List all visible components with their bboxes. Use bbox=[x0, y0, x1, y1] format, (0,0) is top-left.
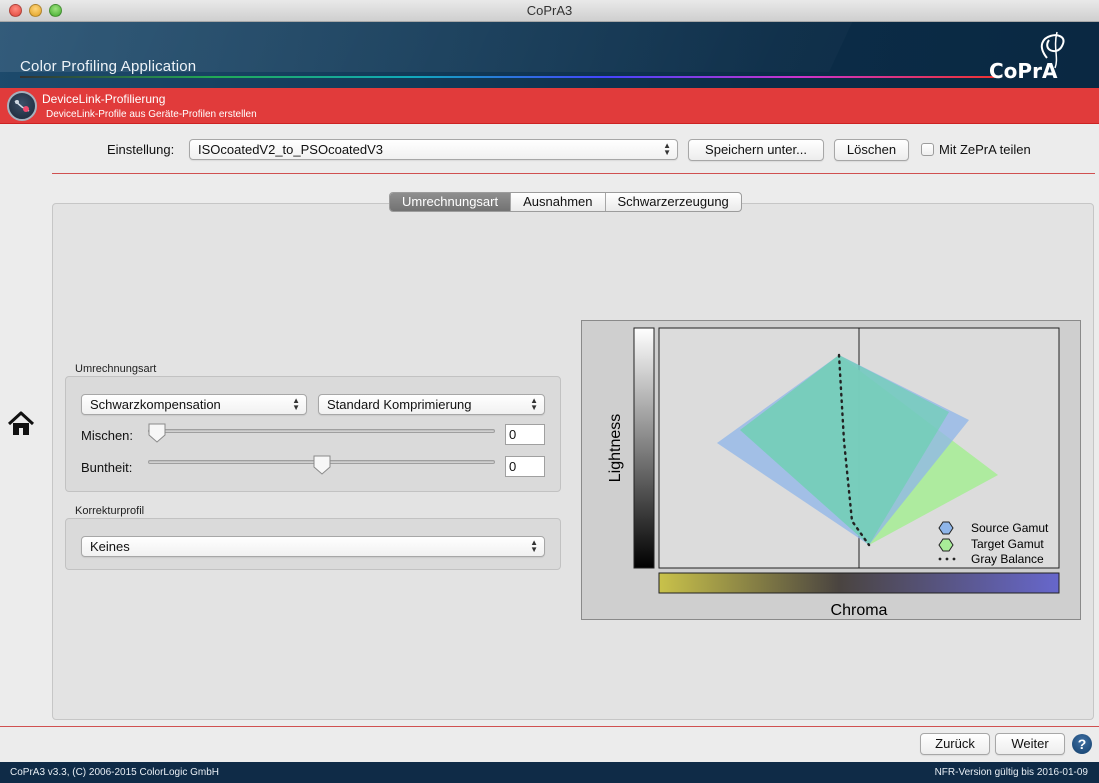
delete-button[interactable]: Löschen bbox=[834, 139, 909, 161]
copra-logo-text: CoPrA bbox=[989, 59, 1058, 83]
share-zepra-label: Mit ZePrA teilen bbox=[939, 142, 1031, 157]
header-rainbow-line bbox=[20, 76, 995, 78]
conversion-mode-value: Schwarzkompensation bbox=[90, 397, 221, 412]
devicelink-icon bbox=[7, 91, 37, 121]
updown-arrows-icon: ▲ ▼ bbox=[292, 396, 300, 412]
chroma-slider-thumb[interactable] bbox=[313, 455, 331, 475]
save-as-button[interactable]: Speichern unter... bbox=[688, 139, 824, 161]
divider bbox=[52, 173, 1095, 174]
close-window-button[interactable] bbox=[9, 4, 22, 17]
legend-source-label: Source Gamut bbox=[971, 521, 1049, 535]
compression-value: Standard Komprimierung bbox=[327, 397, 472, 412]
mix-value-field[interactable]: 0 bbox=[505, 424, 545, 445]
copyright-text: CoPrA3 v3.3, (C) 2006-2015 ColorLogic Gm… bbox=[10, 767, 219, 778]
gamut-chart: Source Gamut Target Gamut Gray Balance C… bbox=[581, 320, 1081, 620]
zoom-window-button[interactable] bbox=[49, 4, 62, 17]
updown-arrows-icon: ▲ ▼ bbox=[663, 141, 671, 157]
module-bar: DeviceLink-Profilierung DeviceLink-Profi… bbox=[0, 88, 1099, 124]
mix-label: Mischen: bbox=[81, 428, 134, 443]
module-subtitle: DeviceLink-Profile aus Geräte-Profilen e… bbox=[46, 109, 257, 120]
module-title: DeviceLink-Profilierung bbox=[42, 92, 166, 106]
tab-ausnahmen[interactable]: Ausnahmen bbox=[511, 193, 606, 211]
mix-slider-thumb[interactable] bbox=[148, 423, 166, 443]
bottom-divider bbox=[0, 726, 1099, 727]
settings-label: Einstellung: bbox=[107, 142, 175, 157]
status-bar: CoPrA3 v3.3, (C) 2006-2015 ColorLogic Gm… bbox=[0, 762, 1099, 783]
updown-arrows-icon: ▲ ▼ bbox=[530, 538, 538, 554]
chroma-axis-label: Chroma bbox=[831, 602, 888, 619]
home-icon[interactable] bbox=[7, 410, 35, 438]
lightness-axis-label: Lightness bbox=[607, 414, 624, 483]
correction-group-title: Korrekturprofil bbox=[75, 505, 145, 517]
next-button[interactable]: Weiter bbox=[995, 733, 1065, 755]
window-titlebar: CoPrA3 bbox=[0, 0, 1099, 22]
correction-profile-select[interactable]: Keines ▲ ▼ bbox=[81, 536, 545, 557]
legend-gray-label: Gray Balance bbox=[971, 552, 1044, 566]
settings-select[interactable]: ISOcoatedV2_to_PSOcoatedV3 ▲ ▼ bbox=[189, 139, 678, 160]
conversion-mode-select[interactable]: Schwarzkompensation ▲ ▼ bbox=[81, 394, 307, 415]
tab-bar: Umrechnungsart Ausnahmen Schwarzerzeugun… bbox=[389, 192, 742, 212]
gamut-chart-svg: Source Gamut Target Gamut Gray Balance C… bbox=[607, 327, 1060, 619]
settings-select-value: ISOcoatedV2_to_PSOcoatedV3 bbox=[198, 142, 384, 157]
updown-arrows-icon: ▲ ▼ bbox=[530, 396, 538, 412]
window-title: CoPrA3 bbox=[526, 3, 573, 18]
share-zepra-checkbox[interactable] bbox=[921, 143, 934, 156]
legend-target-label: Target Gamut bbox=[971, 537, 1044, 551]
mix-slider-track[interactable] bbox=[148, 429, 495, 433]
conversion-group-title: Umrechnungsart bbox=[75, 363, 157, 375]
minimize-window-button[interactable] bbox=[29, 4, 42, 17]
compression-select[interactable]: Standard Komprimierung ▲ ▼ bbox=[318, 394, 545, 415]
app-header-banner: Color Profiling Application CoPrA bbox=[0, 22, 1099, 88]
app-title: Color Profiling Application bbox=[20, 58, 197, 75]
correction-profile-value: Keines bbox=[90, 539, 130, 554]
help-icon[interactable]: ? bbox=[1072, 734, 1092, 754]
back-button[interactable]: Zurück bbox=[920, 733, 990, 755]
tab-umrechnungsart[interactable]: Umrechnungsart bbox=[390, 193, 512, 211]
tab-schwarzerzeugung[interactable]: Schwarzerzeugung bbox=[606, 193, 741, 211]
license-text: NFR-Version gültig bis 2016-01-09 bbox=[934, 767, 1088, 778]
lightness-scale bbox=[633, 327, 655, 569]
copra-logo: CoPrA bbox=[989, 31, 1065, 83]
chroma-scale bbox=[658, 572, 1060, 594]
chroma-label: Buntheit: bbox=[81, 460, 133, 475]
chroma-value-field[interactable]: 0 bbox=[505, 456, 545, 477]
